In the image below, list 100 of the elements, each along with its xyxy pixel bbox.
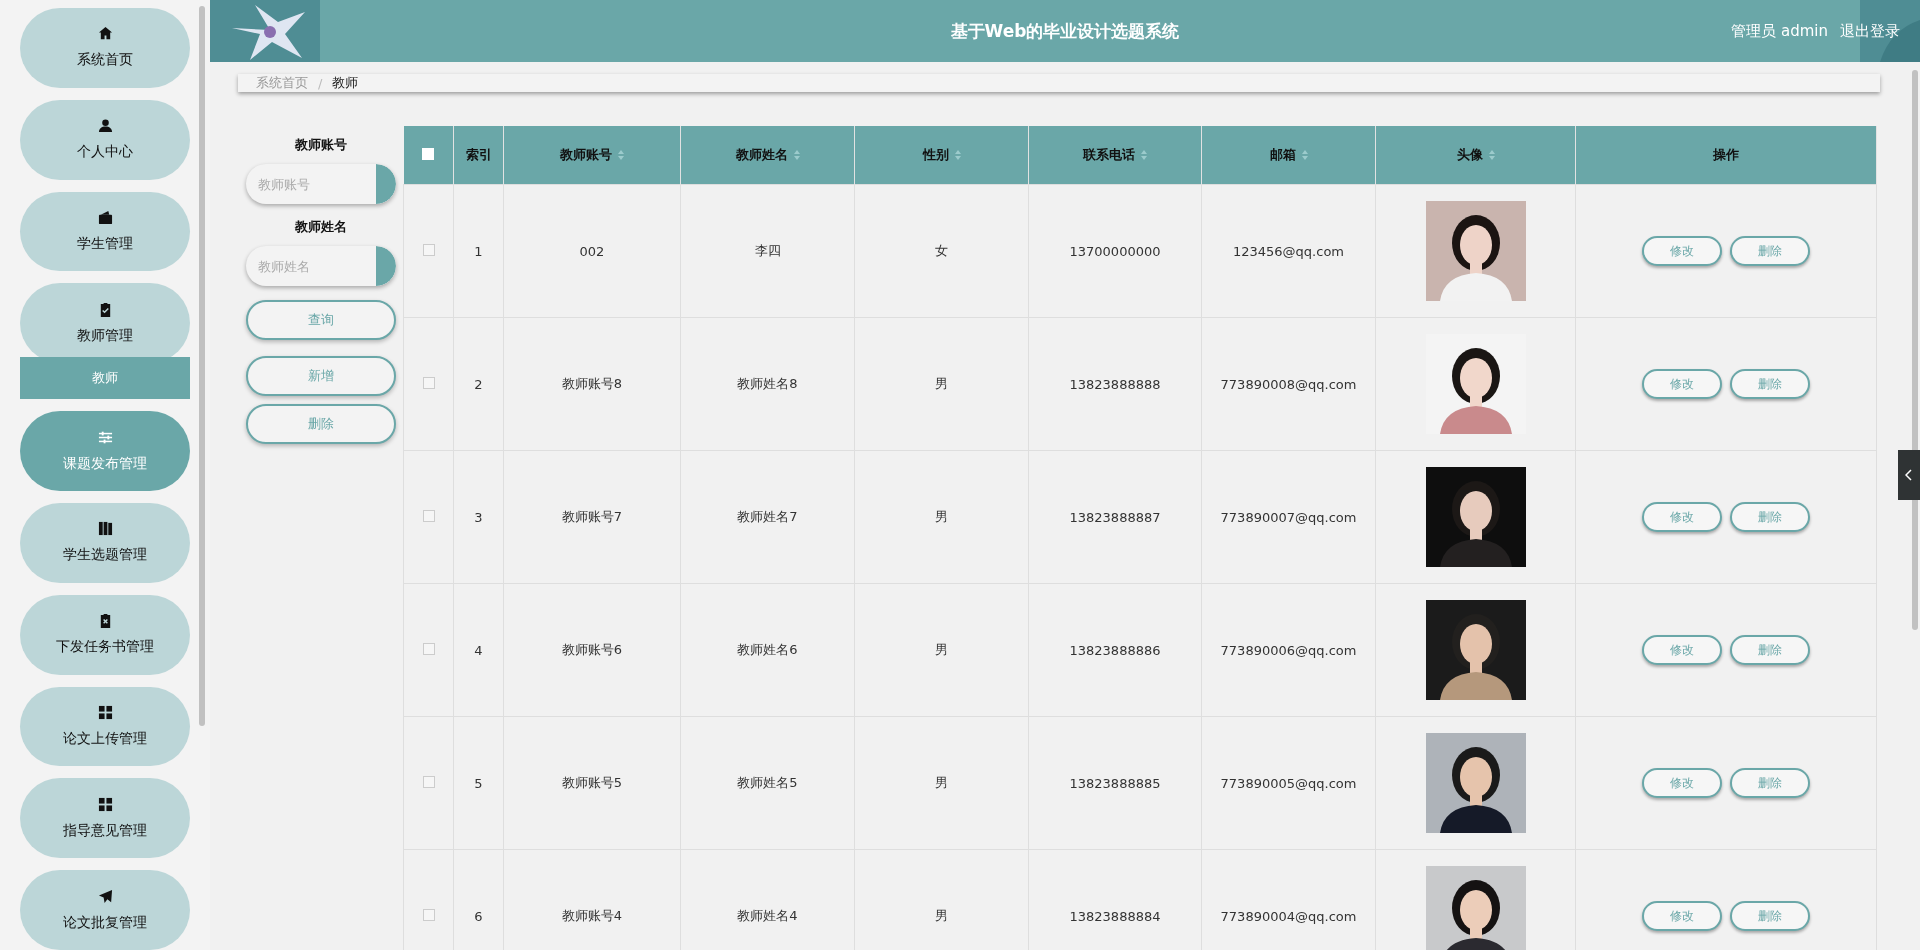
column-header: 操作 bbox=[1575, 126, 1877, 185]
table-cell: 13823888887 bbox=[1028, 450, 1202, 584]
scrollbar-thumb[interactable] bbox=[1912, 70, 1918, 630]
sort-icon bbox=[1141, 150, 1147, 160]
breadcrumb-link[interactable]: 系统首页 bbox=[256, 74, 308, 92]
app-title: 基于Web的毕业设计选题系统 bbox=[950, 19, 1180, 43]
delete-button[interactable]: 删除 bbox=[1730, 768, 1810, 798]
select-all-checkbox[interactable] bbox=[422, 147, 435, 160]
sidebar-item[interactable]: 学生管理 bbox=[20, 191, 190, 272]
delete-button[interactable]: 删除 bbox=[1730, 901, 1810, 931]
sort-icon bbox=[618, 150, 624, 160]
sidebar-item[interactable]: 论文批复管理 bbox=[20, 870, 190, 950]
table-cell: 2 bbox=[453, 317, 504, 451]
delete-button[interactable]: 删除 bbox=[1730, 236, 1810, 266]
row-checkbox[interactable] bbox=[422, 509, 435, 522]
field-end-cap bbox=[375, 246, 396, 286]
add-button[interactable]: 新增 bbox=[245, 356, 396, 396]
table-cell: 13700000000 bbox=[1028, 184, 1202, 318]
breadcrumb-link[interactable]: 教师 bbox=[332, 74, 359, 92]
table-cell: 002 bbox=[503, 184, 681, 318]
menu-icon bbox=[97, 26, 113, 42]
logout-link[interactable]: 退出登录 bbox=[1840, 21, 1900, 41]
table-cell: 1 bbox=[453, 184, 504, 318]
edit-button[interactable]: 修改 bbox=[1642, 901, 1722, 931]
table-cell: 教师账号8 bbox=[503, 317, 681, 451]
menu-icon bbox=[97, 521, 113, 537]
sidebar-item[interactable]: 课题发布管理 bbox=[20, 411, 190, 491]
table-cell: 6 bbox=[453, 849, 504, 950]
table-cell: 男 bbox=[854, 317, 1029, 451]
field-end-cap bbox=[375, 164, 396, 204]
table-cell: 3 bbox=[453, 450, 504, 584]
edit-button[interactable]: 修改 bbox=[1642, 236, 1722, 266]
column-header[interactable]: 联系电话 bbox=[1028, 126, 1202, 185]
sort-icon bbox=[954, 150, 961, 160]
field-label: 教师姓名 bbox=[294, 218, 347, 236]
sidebar-item[interactable]: 指导意见管理 bbox=[20, 778, 190, 859]
sidebar-item[interactable]: 论文上传管理 bbox=[20, 686, 190, 767]
column-header[interactable]: 教师账号 bbox=[503, 126, 681, 185]
table-cell: 5 bbox=[453, 716, 504, 850]
menu-icon bbox=[97, 704, 113, 720]
menu-icon bbox=[97, 210, 113, 225]
edit-button[interactable]: 修改 bbox=[1642, 369, 1722, 399]
delete-button[interactable]: 删除 bbox=[1730, 635, 1810, 665]
column-header[interactable]: 教师姓名 bbox=[680, 126, 855, 185]
table-cell: 教师姓名7 bbox=[680, 450, 855, 584]
table-cell: 教师账号7 bbox=[503, 450, 681, 584]
search-field[interactable]: 教师账号 bbox=[245, 164, 376, 204]
table-cell: 教师姓名4 bbox=[680, 849, 855, 950]
edit-button[interactable]: 修改 bbox=[1642, 635, 1722, 665]
sort-icon bbox=[1301, 150, 1308, 160]
table-cell: 13823888886 bbox=[1028, 583, 1202, 717]
menu-icon bbox=[97, 796, 113, 812]
column-header[interactable]: 性别 bbox=[854, 126, 1029, 185]
menu-icon bbox=[97, 888, 113, 904]
user-label: 管理员 admin bbox=[1731, 21, 1828, 41]
table-cell: 123456@qq.com bbox=[1201, 184, 1376, 318]
edit-button[interactable]: 修改 bbox=[1642, 502, 1722, 532]
table-cell: 13823888885 bbox=[1028, 716, 1202, 850]
table-cell: 教师账号6 bbox=[503, 583, 681, 717]
sidebar-item[interactable]: 系统首页 bbox=[20, 8, 190, 88]
table-cell: 4 bbox=[453, 583, 504, 717]
edit-button[interactable]: 修改 bbox=[1642, 768, 1722, 798]
table-cell: 男 bbox=[854, 583, 1029, 717]
table-cell: 773890004@qq.com bbox=[1201, 849, 1376, 950]
query-button[interactable]: 查询 bbox=[245, 300, 396, 340]
table-cell: 男 bbox=[854, 450, 1029, 584]
sidebar-item[interactable]: 下发任务书管理 bbox=[20, 594, 190, 675]
submenu-item[interactable]: 教师 bbox=[20, 357, 190, 400]
sidebar-item[interactable]: 个人中心 bbox=[20, 99, 190, 180]
collapse-tab[interactable] bbox=[1898, 450, 1920, 500]
row-checkbox[interactable] bbox=[422, 376, 435, 389]
menu-icon bbox=[97, 118, 113, 134]
table-cell: 男 bbox=[854, 716, 1029, 850]
delete-button[interactable]: 删除 bbox=[1730, 502, 1810, 532]
table-cell: 教师账号5 bbox=[503, 716, 681, 850]
delete-button[interactable]: 删除 bbox=[245, 404, 396, 444]
sort-icon bbox=[1488, 150, 1495, 160]
column-header[interactable]: 头像 bbox=[1375, 126, 1576, 185]
column-header[interactable]: 邮箱 bbox=[1201, 126, 1376, 185]
table-cell: 教师姓名8 bbox=[680, 317, 855, 451]
column-header: 索引 bbox=[453, 126, 504, 185]
row-checkbox[interactable] bbox=[422, 775, 435, 788]
row-checkbox[interactable] bbox=[422, 908, 435, 921]
row-checkbox[interactable] bbox=[422, 243, 435, 256]
scrollbar-thumb[interactable] bbox=[199, 6, 205, 726]
table-cell: 教师姓名5 bbox=[680, 716, 855, 850]
chevron-left-icon bbox=[1905, 469, 1913, 481]
table-cell: 773890006@qq.com bbox=[1201, 583, 1376, 717]
field-label: 教师账号 bbox=[294, 136, 347, 154]
table-cell: 教师账号4 bbox=[503, 849, 681, 950]
table-cell: 李四 bbox=[680, 184, 855, 318]
sidebar-item[interactable]: 学生选题管理 bbox=[20, 503, 190, 583]
table-cell: 773890007@qq.com bbox=[1201, 450, 1376, 584]
table-cell: 773890008@qq.com bbox=[1201, 317, 1376, 451]
search-field[interactable]: 教师姓名 bbox=[245, 246, 376, 286]
row-checkbox[interactable] bbox=[422, 642, 435, 655]
delete-button[interactable]: 删除 bbox=[1730, 369, 1810, 399]
menu-icon bbox=[97, 429, 113, 445]
breadcrumb-separator: / bbox=[318, 75, 323, 91]
table-cell: 13823888888 bbox=[1028, 317, 1202, 451]
